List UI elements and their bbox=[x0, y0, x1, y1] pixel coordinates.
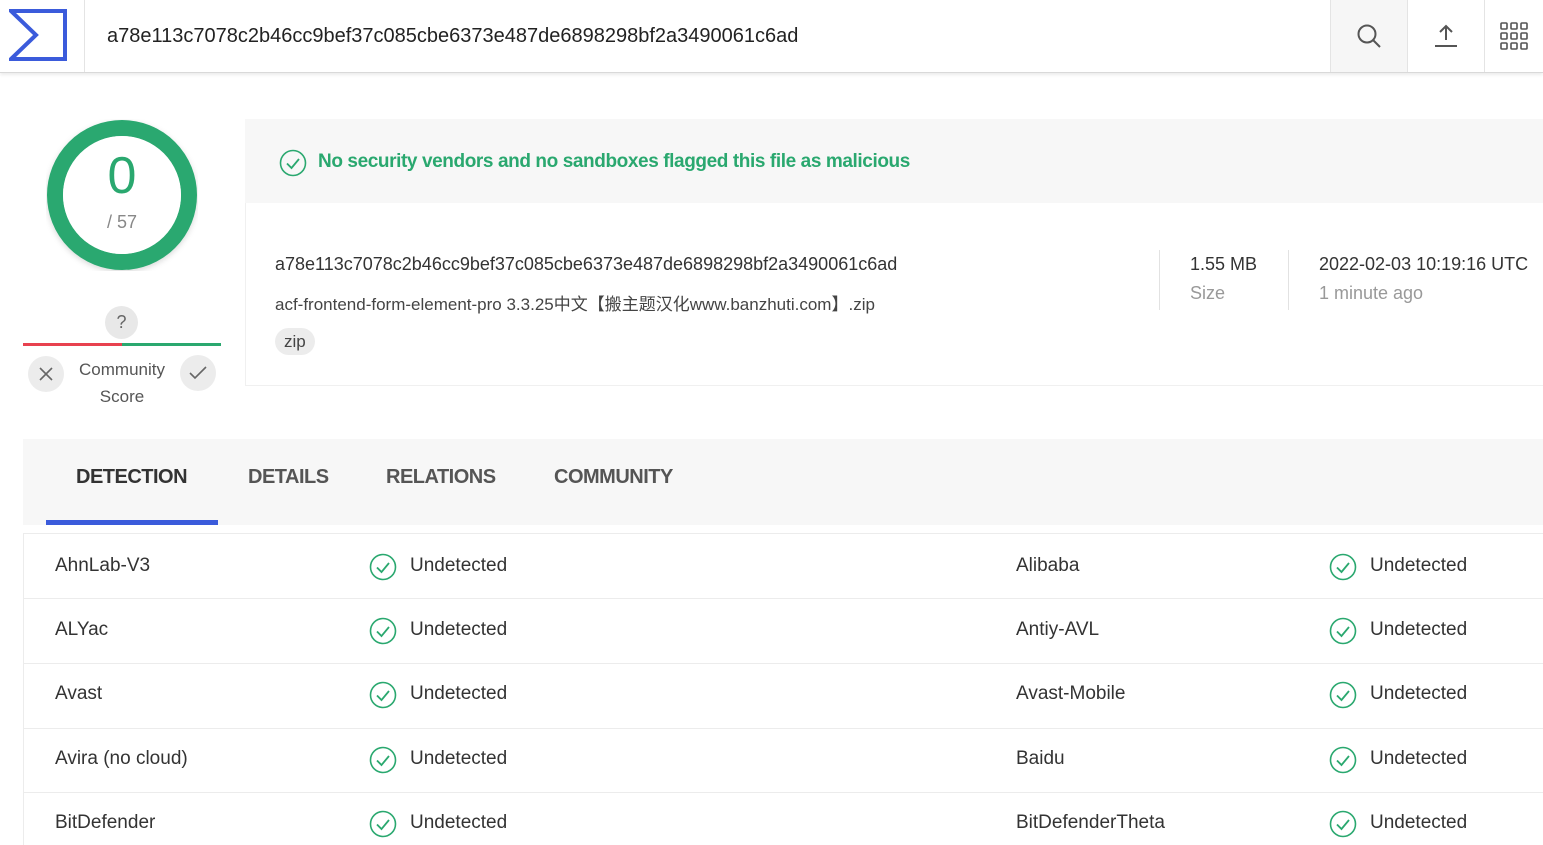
detection-result: Undetected bbox=[410, 748, 508, 769]
check-circle-icon bbox=[369, 681, 397, 709]
detection-result: Undetected bbox=[1370, 683, 1468, 704]
upload-icon bbox=[1435, 24, 1457, 47]
community-bar-negative bbox=[23, 343, 122, 346]
file-size-value: 1.55 MB bbox=[1190, 254, 1258, 274]
apps-grid-icon bbox=[1500, 22, 1528, 50]
tab-relations[interactable]: RELATIONS bbox=[386, 466, 496, 489]
detection-result: Undetected bbox=[1370, 619, 1468, 640]
search-icon bbox=[1357, 24, 1381, 48]
check-circle-icon bbox=[1329, 681, 1357, 709]
check-circle-icon bbox=[1329, 553, 1357, 581]
analysis-date-value: 2022-02-03 10:19:16 UTC bbox=[1319, 254, 1529, 274]
tab-detection[interactable]: DETECTION bbox=[76, 466, 188, 489]
community-bar-positive bbox=[122, 343, 221, 346]
close-icon bbox=[39, 367, 53, 381]
community-score-badge[interactable]: ? bbox=[105, 306, 138, 339]
tab-community[interactable]: COMMUNITY bbox=[554, 466, 673, 489]
vendor-name: AhnLab-V3 bbox=[55, 555, 151, 576]
search-button[interactable] bbox=[1330, 0, 1407, 72]
check-circle-icon bbox=[1329, 617, 1357, 645]
engine-total: / 57 bbox=[106, 212, 138, 232]
check-circle-icon bbox=[1329, 746, 1357, 774]
vote-malicious-button[interactable] bbox=[28, 356, 64, 392]
active-tab-indicator bbox=[46, 520, 218, 525]
vote-harmless-button[interactable] bbox=[180, 355, 216, 391]
vendor-name: ALYac bbox=[55, 619, 109, 640]
top-bar bbox=[0, 0, 1543, 73]
detection-result: Undetected bbox=[410, 619, 508, 640]
upload-button[interactable] bbox=[1407, 0, 1484, 72]
table-row: BitDefender Undetected BitDefenderTheta … bbox=[23, 793, 1543, 845]
divider bbox=[1288, 250, 1289, 310]
detection-result: Undetected bbox=[1370, 555, 1468, 576]
analysis-date-relative: 1 minute ago bbox=[1319, 283, 1424, 303]
logo-icon bbox=[9, 9, 67, 61]
vendor-name: BitDefender bbox=[55, 812, 156, 833]
apps-button[interactable] bbox=[1484, 0, 1543, 72]
check-circle-icon bbox=[369, 617, 397, 645]
verdict-text: No security vendors and no sandboxes fla… bbox=[318, 151, 910, 172]
divider bbox=[1159, 250, 1160, 310]
detection-result: Undetected bbox=[1370, 748, 1468, 769]
vendor-name: Avira (no cloud) bbox=[55, 748, 188, 769]
table-row: ALYac Undetected Antiy-AVL Undetected bbox=[23, 599, 1543, 664]
check-circle-icon bbox=[369, 810, 397, 838]
check-circle-icon bbox=[369, 553, 397, 581]
detection-result: Undetected bbox=[410, 555, 508, 576]
detection-count: 0 bbox=[107, 147, 137, 205]
detection-result: Undetected bbox=[410, 812, 508, 833]
virustotal-logo[interactable] bbox=[0, 0, 85, 72]
vendor-name: Avast bbox=[55, 683, 103, 704]
check-circle-icon bbox=[279, 149, 307, 177]
file-hash[interactable]: a78e113c7078c2b46cc9bef37c085cbe6373e487… bbox=[275, 254, 897, 275]
check-circle-icon bbox=[1329, 810, 1357, 838]
tab-details[interactable]: DETAILS bbox=[248, 466, 329, 489]
search-input[interactable] bbox=[86, 0, 1330, 72]
vendor-name: Antiy-AVL bbox=[1016, 619, 1100, 640]
detection-result: Undetected bbox=[410, 683, 508, 704]
vendor-name: Baidu bbox=[1016, 748, 1065, 769]
detection-result: Undetected bbox=[1370, 812, 1468, 833]
community-score-label: Community Score bbox=[79, 360, 165, 406]
file-size-label: Size bbox=[1190, 283, 1226, 303]
file-name: acf-frontend-form-element-pro 3.3.25中文【搬… bbox=[275, 295, 875, 314]
file-type-tag[interactable]: zip bbox=[275, 328, 315, 355]
table-row: AhnLab-V3 Undetected Alibaba Undetected bbox=[23, 534, 1543, 599]
vendor-name: BitDefenderTheta bbox=[1016, 812, 1165, 833]
vendor-name: Avast-Mobile bbox=[1016, 683, 1126, 704]
table-row: Avira (no cloud) Undetected Baidu Undete… bbox=[23, 728, 1543, 793]
check-circle-icon bbox=[369, 746, 397, 774]
check-icon bbox=[189, 366, 207, 380]
vendor-name: Alibaba bbox=[1016, 555, 1080, 576]
table-row: Avast Undetected Avast-Mobile Undetected bbox=[23, 664, 1543, 729]
